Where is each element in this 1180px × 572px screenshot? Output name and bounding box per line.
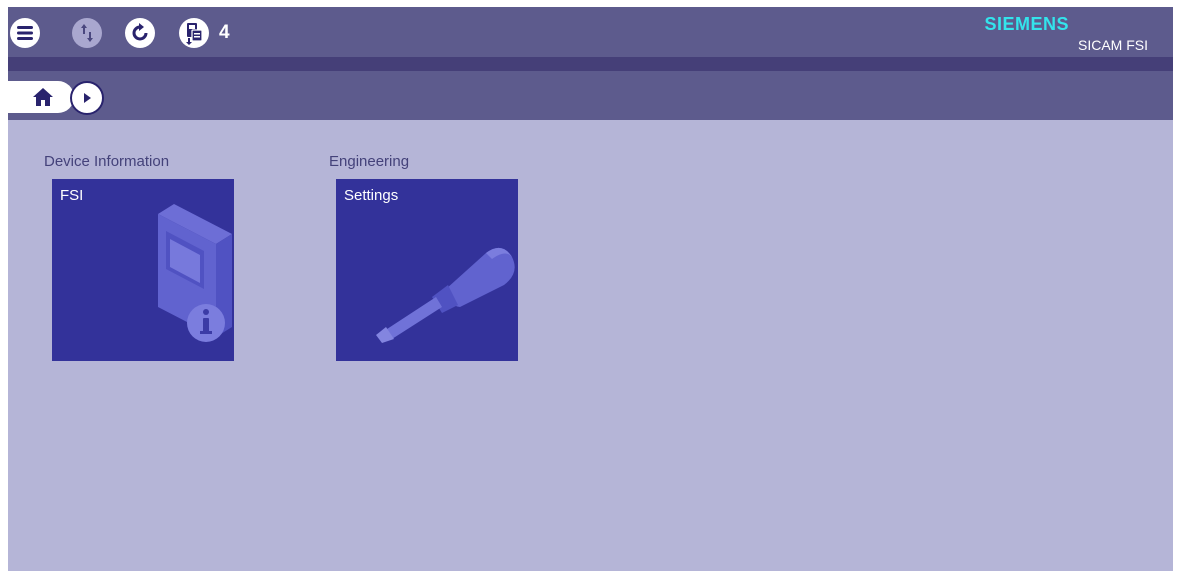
transfer-button[interactable] <box>71 17 103 49</box>
tile-settings[interactable]: Settings <box>336 179 518 361</box>
menu-button[interactable] <box>9 17 41 49</box>
upload-download-icon <box>72 18 102 48</box>
pending-count: 4 <box>219 22 230 43</box>
section-title-device-information: Device Information <box>44 153 170 170</box>
product-name: SICAM FSI <box>1077 37 1148 53</box>
brand-logo: SIEMENS <box>984 14 1069 34</box>
tile-fsi[interactable]: FSI <box>52 179 234 361</box>
home-button[interactable] <box>8 81 74 113</box>
top-bar: 4 SIEMENS SICAM FSI <box>8 7 1173 57</box>
refresh-button[interactable] <box>124 17 156 49</box>
device-queue-icon <box>179 18 209 48</box>
screwdriver-icon <box>376 247 515 343</box>
tile-settings-label: Settings <box>344 187 399 204</box>
home-icon <box>33 88 53 106</box>
section-title-engineering: Engineering <box>329 153 410 170</box>
device-queue-button[interactable] <box>178 17 210 49</box>
menu-icon <box>10 18 40 48</box>
device-info-icon <box>158 204 232 342</box>
breadcrumb-next-button[interactable] <box>70 81 104 115</box>
refresh-icon <box>125 18 155 48</box>
tile-fsi-label: FSI <box>60 187 84 204</box>
breadcrumb-bar <box>8 71 1173 120</box>
chevron-right-icon <box>84 93 91 103</box>
app-window: 4 SIEMENS SICAM FSI Device Information F… <box>8 7 1173 571</box>
header-divider <box>8 57 1173 71</box>
